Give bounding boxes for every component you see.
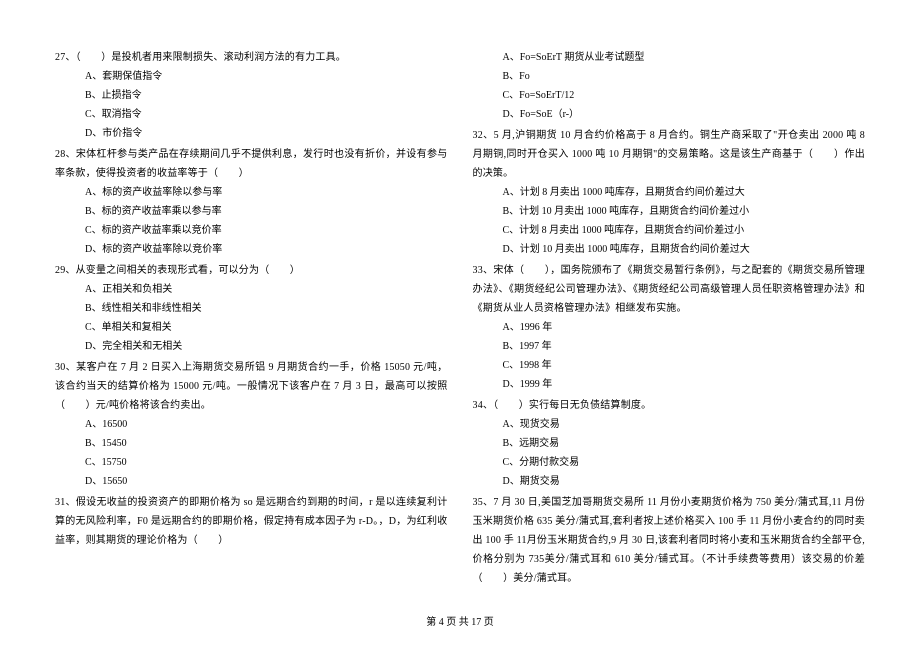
right-column: A、Fo=SoErT 期货从业考试题型 B、Fo C、Fo=SoErT/12 D…	[473, 48, 866, 590]
question-30-option-a: A、16500	[55, 415, 448, 434]
question-33-text: 33、宋体（ ），国务院颁布了《期货交易暂行条例》，与之配套的《期货交易所管理办…	[473, 261, 866, 318]
question-29-option-b: B、线性相关和非线性相关	[55, 299, 448, 318]
question-32-option-a: A、计划 8 月卖出 1000 吨库存，且期货合约间价差过大	[473, 183, 866, 202]
question-32: 32、5 月,沪铜期货 10 月合约价格高于 8 月合约。铜生产商采取了"开仓卖…	[473, 126, 866, 259]
question-34-option-a: A、现货交易	[473, 415, 866, 434]
question-34-option-b: B、远期交易	[473, 434, 866, 453]
question-30-text: 30、某客户在 7 月 2 日买入上海期货交易所铝 9 月期货合约一手，价格 1…	[55, 358, 448, 415]
left-column: 27、（ ）是投机者用来限制损失、滚动利润方法的有力工具。 A、套期保值指令 B…	[55, 48, 448, 590]
question-28-option-c: C、标的资产收益率乘以竞价率	[55, 221, 448, 240]
question-29: 29、从变量之间相关的表现形式看，可以分为（ ） A、正相关和负相关 B、线性相…	[55, 261, 448, 356]
question-31-option-d: D、Fo=SoE（r-）	[473, 105, 866, 124]
question-33: 33、宋体（ ），国务院颁布了《期货交易暂行条例》，与之配套的《期货交易所管理办…	[473, 261, 866, 394]
question-31-options: A、Fo=SoErT 期货从业考试题型 B、Fo C、Fo=SoErT/12 D…	[473, 48, 866, 124]
question-28-option-b: B、标的资产收益率乘以参与率	[55, 202, 448, 221]
question-27: 27、（ ）是投机者用来限制损失、滚动利润方法的有力工具。 A、套期保值指令 B…	[55, 48, 448, 143]
question-30: 30、某客户在 7 月 2 日买入上海期货交易所铝 9 月期货合约一手，价格 1…	[55, 358, 448, 491]
question-27-option-d: D、市价指令	[55, 124, 448, 143]
question-28-option-d: D、标的资产收益率除以竞价率	[55, 240, 448, 259]
question-35: 35、7 月 30 日,美国芝加哥期货交易所 11 月份小麦期货价格为 750 …	[473, 493, 866, 588]
question-34: 34、（ ）实行每日无负债结算制度。 A、现货交易 B、远期交易 C、分期付款交…	[473, 396, 866, 491]
question-32-option-c: C、计划 8 月卖出 1000 吨库存，且期货合约间价差过小	[473, 221, 866, 240]
question-31-option-a: A、Fo=SoErT 期货从业考试题型	[473, 48, 866, 67]
question-30-option-d: D、15650	[55, 472, 448, 491]
question-34-option-c: C、分期付款交易	[473, 453, 866, 472]
question-29-text: 29、从变量之间相关的表现形式看，可以分为（ ）	[55, 261, 448, 280]
question-29-option-c: C、单相关和复相关	[55, 318, 448, 337]
question-28-text: 28、宋体杠杆参与类产品在存续期间几乎不提供利息，发行时也没有折价，并设有参与率…	[55, 145, 448, 183]
question-29-option-d: D、完全相关和无相关	[55, 337, 448, 356]
question-28: 28、宋体杠杆参与类产品在存续期间几乎不提供利息，发行时也没有折价，并设有参与率…	[55, 145, 448, 259]
question-33-option-d: D、1999 年	[473, 375, 866, 394]
question-32-option-b: B、计划 10 月卖出 1000 吨库存，且期货合约间价差过小	[473, 202, 866, 221]
question-31: 31、假设无收益的投资资产的即期价格为 so 是远期合约到期的时间，r 是以连续…	[55, 493, 448, 550]
question-35-text: 35、7 月 30 日,美国芝加哥期货交易所 11 月份小麦期货价格为 750 …	[473, 493, 866, 588]
question-32-option-d: D、计划 10 月卖出 1000 吨库存，且期货合约间价差过大	[473, 240, 866, 259]
question-34-text: 34、（ ）实行每日无负债结算制度。	[473, 396, 866, 415]
question-33-option-b: B、1997 年	[473, 337, 866, 356]
question-27-option-c: C、取消指令	[55, 105, 448, 124]
question-30-option-c: C、15750	[55, 453, 448, 472]
question-34-option-d: D、期货交易	[473, 472, 866, 491]
question-27-text: 27、（ ）是投机者用来限制损失、滚动利润方法的有力工具。	[55, 48, 448, 67]
question-31-option-c: C、Fo=SoErT/12	[473, 86, 866, 105]
question-28-option-a: A、标的资产收益率除以参与率	[55, 183, 448, 202]
question-30-option-b: B、15450	[55, 434, 448, 453]
question-33-option-a: A、1996 年	[473, 318, 866, 337]
question-27-option-b: B、止损指令	[55, 86, 448, 105]
question-31-text: 31、假设无收益的投资资产的即期价格为 so 是远期合约到期的时间，r 是以连续…	[55, 493, 448, 550]
page-content: 27、（ ）是投机者用来限制损失、滚动利润方法的有力工具。 A、套期保值指令 B…	[0, 0, 920, 610]
question-33-option-c: C、1998 年	[473, 356, 866, 375]
question-32-text: 32、5 月,沪铜期货 10 月合约价格高于 8 月合约。铜生产商采取了"开仓卖…	[473, 126, 866, 183]
question-27-option-a: A、套期保值指令	[55, 67, 448, 86]
question-31-option-b: B、Fo	[473, 67, 866, 86]
question-29-option-a: A、正相关和负相关	[55, 280, 448, 299]
page-footer: 第 4 页 共 17 页	[0, 613, 920, 632]
